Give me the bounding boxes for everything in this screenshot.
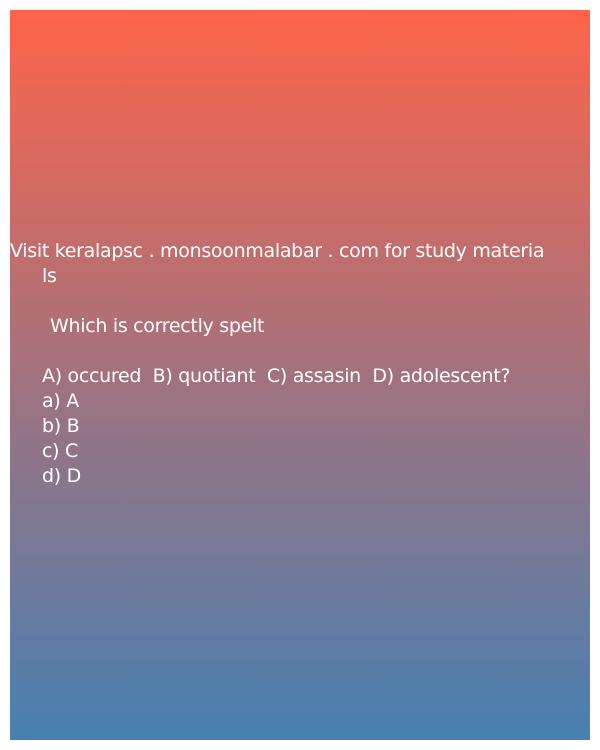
question-statement: A) occured B) quotiant C) assasin D) ado… — [42, 365, 511, 387]
option-a: a) A — [42, 390, 79, 412]
option-d: d) D — [42, 465, 81, 487]
question-card: Visit keralapsc . monsoonmalabar . com f… — [10, 10, 590, 740]
option-b: b) B — [42, 415, 80, 437]
question-prompt: Which is correctly spelt — [50, 315, 265, 337]
option-c: c) C — [42, 440, 78, 462]
promo-text-line-1: Visit keralapsc . monsoonmalabar . com f… — [10, 240, 545, 262]
question-content: Visit keralapsc . monsoonmalabar . com f… — [10, 239, 590, 489]
promo-text-line-2: ls — [42, 265, 57, 287]
